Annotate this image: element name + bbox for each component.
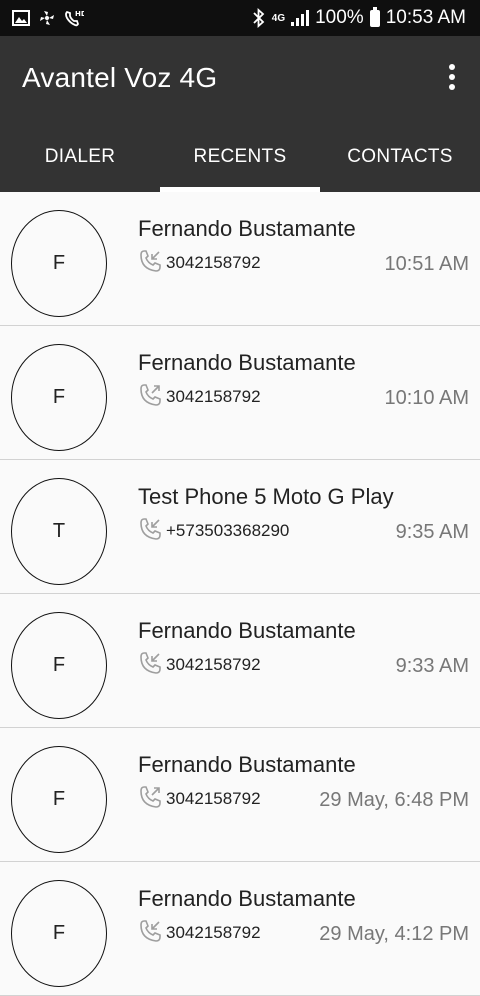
call-log-item[interactable]: F Fernando Bustamante 3042158792 10:10 A… [0, 326, 480, 460]
gallery-icon [12, 10, 30, 26]
phone-number: 3042158792 [166, 923, 261, 942]
contact-name: Test Phone 5 Moto G Play [138, 484, 394, 509]
battery-percent: 100% [315, 7, 364, 28]
incoming-call-icon [140, 518, 161, 540]
incoming-call-icon [140, 920, 161, 942]
tab-contacts[interactable]: CONTACTS [320, 122, 480, 192]
call-log-item[interactable]: F Fernando Bustamante 3042158792 10:51 A… [0, 192, 480, 326]
signal-icon [291, 10, 310, 26]
incoming-call-icon [140, 652, 161, 674]
recents-list: F Fernando Bustamante 3042158792 10:51 A… [0, 192, 480, 996]
hd-call-icon: HD [65, 10, 84, 27]
app-title: Avantel Voz 4G [22, 62, 218, 93]
network-type-label: 4G [271, 12, 286, 24]
phone-number: +573503368290 [166, 521, 290, 540]
battery-icon [369, 6, 380, 27]
avatar[interactable]: F [11, 210, 107, 317]
contact-name: Fernando Bustamante [138, 752, 356, 777]
status-system-icons: 4G 100% 10:53 AM [252, 0, 466, 36]
phone-number: 3042158792 [166, 387, 261, 406]
avatar[interactable]: F [11, 344, 107, 451]
pinwheel-icon [40, 11, 54, 25]
avatar[interactable]: F [11, 746, 107, 853]
incoming-call-icon [140, 250, 161, 272]
call-time: 9:35 AM [395, 521, 469, 543]
avatar[interactable]: F [11, 880, 107, 987]
call-time: 9:33 AM [395, 655, 469, 677]
avatar[interactable]: F [11, 612, 107, 719]
tab-bar: DIALER RECENTS CONTACTS [0, 122, 480, 192]
app-bar: Avantel Voz 4G [0, 36, 480, 122]
status-bar: HD 4G 100% 10:53 AM [0, 0, 480, 36]
contact-name: Fernando Bustamante [138, 618, 356, 643]
status-time: 10:53 AM [385, 7, 466, 28]
call-time: 29 May, 4:12 PM [319, 923, 469, 945]
call-log-item[interactable]: T Test Phone 5 Moto G Play +573503368290… [0, 460, 480, 594]
status-notification-icons: HD [12, 8, 84, 28]
call-time: 10:51 AM [384, 253, 469, 275]
bluetooth-icon [253, 8, 265, 28]
more-vert-icon[interactable] [444, 64, 460, 96]
avatar[interactable]: T [11, 478, 107, 585]
call-log-item[interactable]: F Fernando Bustamante 3042158792 29 May,… [0, 862, 480, 996]
tab-recents[interactable]: RECENTS [160, 122, 320, 192]
contact-name: Fernando Bustamante [138, 886, 356, 911]
call-log-item[interactable]: F Fernando Bustamante 3042158792 29 May,… [0, 728, 480, 862]
tab-dialer[interactable]: DIALER [0, 122, 160, 192]
phone-number: 3042158792 [166, 655, 261, 674]
outgoing-call-icon [140, 786, 161, 808]
call-time: 29 May, 6:48 PM [319, 789, 469, 811]
call-log-item[interactable]: F Fernando Bustamante 3042158792 9:33 AM [0, 594, 480, 728]
svg-text:HD: HD [75, 10, 84, 18]
contact-name: Fernando Bustamante [138, 216, 356, 241]
call-time: 10:10 AM [384, 387, 469, 409]
phone-number: 3042158792 [166, 789, 261, 808]
contact-name: Fernando Bustamante [138, 350, 356, 375]
phone-number: 3042158792 [166, 253, 261, 272]
outgoing-call-icon [140, 384, 161, 406]
